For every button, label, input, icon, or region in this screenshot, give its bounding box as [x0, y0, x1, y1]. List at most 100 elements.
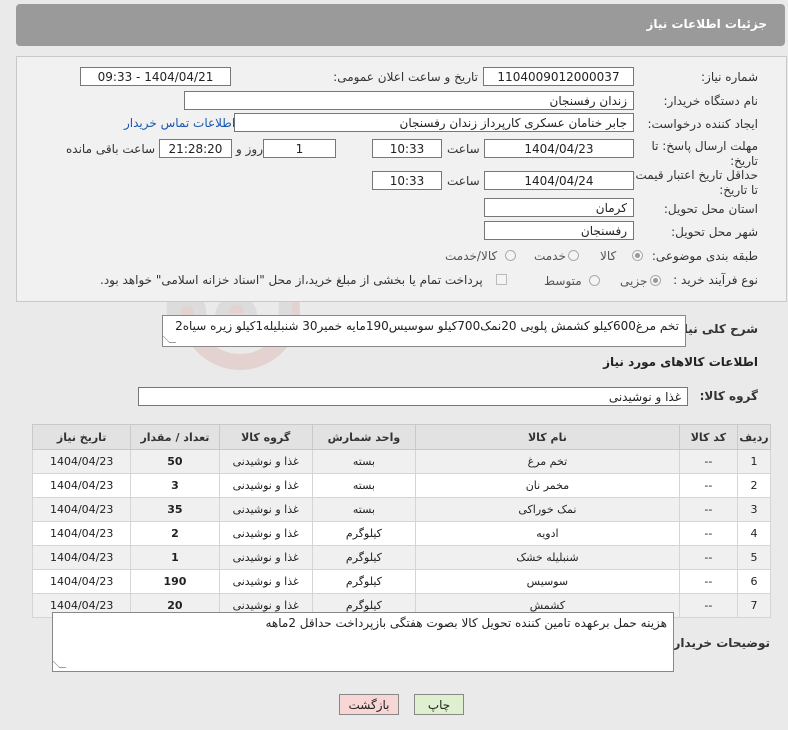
table-cell: سوسیس: [415, 569, 680, 594]
table-cell: 1404/04/23: [31, 521, 132, 546]
need-number-label: شماره نیاز:: [701, 70, 758, 84]
table-cell: کیلوگرم: [311, 569, 417, 594]
table-cell: 1404/04/23: [31, 473, 132, 498]
table-row: 1 -- تخم مرغ بسته غذا و نوشیدنی 50 1404/04/23: [31, 449, 772, 474]
need-number-field[interactable]: 1104009012000037: [483, 67, 634, 86]
table-cell: کیلوگرم: [311, 545, 417, 570]
days-label: روز و: [236, 142, 263, 156]
table-cell: 190: [130, 569, 220, 594]
requester-field[interactable]: جابر خنامان عسکری کارپرداز زندان رفسنجان: [234, 113, 634, 132]
need-details-page: AriaTender.neT جزئیات اطلاعات نیاز شماره…: [0, 0, 788, 730]
process-radio-minor[interactable]: [650, 275, 661, 286]
category-radio-goods[interactable]: [632, 250, 643, 261]
process-label: نوع فرآیند خرید :: [673, 273, 758, 287]
table-cell: غذا و نوشیدنی: [218, 497, 313, 522]
remaining-time-field[interactable]: 21:28:20: [159, 139, 232, 158]
process-option-minor: جزیی: [620, 274, 648, 288]
description-text: تخم مرغ600کیلو کشمش پلویی 20نمک700کیلو س…: [175, 319, 679, 333]
treasury-payment-checkbox[interactable]: [496, 274, 507, 285]
table-cell: غذا و نوشیدنی: [218, 473, 313, 498]
table-cell: 1404/04/23: [31, 497, 132, 522]
column-header: نام کالا: [415, 424, 680, 450]
process-radio-medium[interactable]: [589, 275, 600, 286]
resize-handle-icon[interactable]: [52, 661, 67, 668]
column-header: تاریخ نیاز: [31, 424, 132, 450]
table-cell: غذا و نوشیدنی: [218, 545, 313, 570]
table-cell: 35: [130, 497, 220, 522]
table-cell: 2: [736, 473, 772, 498]
table-cell: --: [678, 545, 738, 570]
column-header: ردیف: [736, 424, 772, 450]
announce-label: تاریخ و ساعت اعلان عمومی:: [333, 70, 478, 84]
header-bar: جزئیات اطلاعات نیاز: [16, 4, 785, 46]
table-cell: تخم مرغ: [415, 449, 680, 474]
validity-date-field[interactable]: 1404/04/24: [484, 171, 634, 190]
goods-group-label: گروه کالا:: [699, 389, 758, 403]
table-row: 2 -- مخمر نان بسته غذا و نوشیدنی 3 1404/04/23: [31, 473, 772, 498]
buyer-contact-link[interactable]: اطلاعات تماس خریدار: [124, 116, 235, 130]
remaining-label: ساعت باقی مانده: [66, 142, 156, 156]
goods-group-field[interactable]: غذا و نوشیدنی: [138, 387, 688, 406]
notes-text: هزینه حمل برعهده تامین کننده تحویل کالا …: [265, 616, 667, 630]
notes-label: توضیحات خریدار:: [668, 636, 770, 650]
announce-field[interactable]: 1404/04/21 - 09:33: [80, 67, 231, 86]
table-cell: --: [678, 521, 738, 546]
table-cell: 1: [130, 545, 220, 570]
description-field[interactable]: تخم مرغ600کیلو کشمش پلویی 20نمک700کیلو س…: [162, 315, 686, 347]
notes-field[interactable]: هزینه حمل برعهده تامین کننده تحویل کالا …: [52, 612, 674, 672]
category-label: طبقه بندی موضوعی:: [651, 249, 758, 263]
table-cell: مخمر نان: [415, 473, 680, 498]
city-field[interactable]: رفسنجان: [484, 221, 634, 240]
reply-deadline-label: مهلت ارسال پاسخ: تا تاریخ:: [651, 139, 758, 168]
validity-time-field[interactable]: 10:33: [372, 171, 442, 190]
column-header: واحد شمارش: [311, 424, 417, 450]
table-cell: ادویه: [415, 521, 680, 546]
validity-time-label: ساعت: [447, 174, 480, 188]
column-header: تعداد / مقدار: [130, 424, 220, 450]
page-title: جزئیات اطلاعات نیاز: [646, 17, 767, 31]
requester-label: ایجاد کننده درخواست:: [647, 117, 758, 131]
table-cell: نمک خوراکی: [415, 497, 680, 522]
table-cell: غذا و نوشیدنی: [218, 449, 313, 474]
table-cell: 3: [130, 473, 220, 498]
table-cell: 1404/04/23: [31, 449, 132, 474]
days-field[interactable]: 1: [263, 139, 336, 158]
table-cell: --: [678, 449, 738, 474]
table-cell: 3: [736, 497, 772, 522]
province-field[interactable]: کرمان: [484, 198, 634, 217]
reply-time-label: ساعت: [447, 142, 480, 156]
table-cell: --: [678, 593, 738, 618]
table-cell: کیلوگرم: [311, 521, 417, 546]
table-cell: 2: [130, 521, 220, 546]
buyer-org-field[interactable]: زندان رفسنجان: [184, 91, 634, 110]
price-validity-label: حداقل تاریخ اعتبار قیمت: تا تاریخ:: [631, 168, 758, 197]
table-cell: --: [678, 473, 738, 498]
category-radio-both[interactable]: [505, 250, 516, 261]
reply-date-field[interactable]: 1404/04/23: [484, 139, 634, 158]
table-cell: 1: [736, 449, 772, 474]
reply-time-field[interactable]: 10:33: [372, 139, 442, 158]
table-cell: 1404/04/23: [31, 545, 132, 570]
process-option-medium: متوسط: [544, 274, 582, 288]
buyer-org-label: نام دستگاه خریدار:: [663, 94, 759, 108]
table-row: 5 -- شنبلیله خشک کیلوگرم غذا و نوشیدنی 1 1404/…: [31, 545, 772, 570]
table-cell: --: [678, 569, 738, 594]
category-option-goods: کالا: [600, 249, 617, 263]
category-radio-service[interactable]: [568, 250, 579, 261]
table-row: 3 -- نمک خوراکی بسته غذا و نوشیدنی 35 1404/04/…: [31, 497, 772, 522]
column-header: کد کالا: [678, 424, 738, 450]
back-button[interactable]: بازگشت: [339, 694, 399, 715]
table-cell: 50: [130, 449, 220, 474]
print-button[interactable]: چاپ: [414, 694, 464, 715]
goods-table-header: ردیف کد کالا نام کالا واحد شمارش گروه کالا تع…: [31, 424, 772, 450]
city-label: شهر محل تحویل:: [671, 225, 758, 239]
table-cell: 4: [736, 521, 772, 546]
table-cell: 6: [736, 569, 772, 594]
table-cell: غذا و نوشیدنی: [218, 569, 313, 594]
table-cell: 1404/04/23: [31, 569, 132, 594]
table-cell: --: [678, 497, 738, 522]
table-cell: بسته: [311, 473, 417, 498]
resize-handle-icon[interactable]: [162, 336, 177, 343]
goods-table: ردیف کد کالا نام کالا واحد شمارش گروه کالا تع…: [31, 424, 772, 618]
table-cell: 5: [736, 545, 772, 570]
